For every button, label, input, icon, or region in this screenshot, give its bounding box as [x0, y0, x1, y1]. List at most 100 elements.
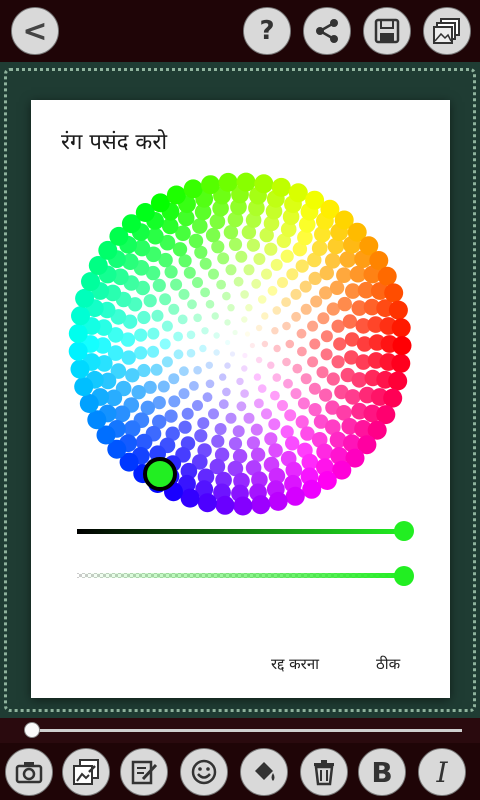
color-dot[interactable] — [205, 227, 221, 243]
opacity-slider-knob[interactable] — [394, 566, 414, 586]
color-dot[interactable] — [308, 403, 322, 417]
color-dot[interactable] — [189, 381, 199, 391]
color-dot[interactable] — [257, 295, 267, 304]
color-dot[interactable] — [311, 240, 328, 256]
opacity-slider-track[interactable] — [77, 573, 404, 578]
color-dot[interactable] — [261, 312, 269, 320]
color-dot[interactable] — [205, 299, 215, 309]
color-dot[interactable] — [192, 400, 203, 411]
color-dot[interactable] — [225, 412, 237, 424]
color-dot[interactable] — [245, 304, 253, 312]
color-dot[interactable] — [233, 496, 253, 516]
color-dot[interactable] — [193, 365, 202, 375]
color-dot[interactable] — [333, 337, 347, 351]
color-dot[interactable] — [229, 351, 236, 357]
color-dot[interactable] — [268, 418, 281, 431]
color-dot[interactable] — [253, 373, 262, 381]
color-dot[interactable] — [271, 177, 291, 197]
color-dot[interactable] — [254, 398, 264, 409]
color-wheel[interactable] — [31, 100, 450, 698]
color-dot[interactable] — [277, 277, 288, 288]
color-dot[interactable] — [383, 388, 403, 408]
color-dot[interactable] — [211, 312, 219, 320]
color-dot[interactable] — [270, 390, 280, 401]
italic-button[interactable]: I — [418, 748, 466, 796]
share-button[interactable] — [303, 7, 351, 55]
color-dot[interactable] — [282, 357, 291, 367]
color-dot[interactable] — [161, 320, 173, 332]
color-dot[interactable] — [74, 377, 94, 397]
color-dot[interactable] — [297, 346, 307, 357]
color-dot[interactable] — [242, 352, 248, 359]
color-dot[interactable] — [285, 339, 295, 349]
color-dot[interactable] — [336, 267, 352, 283]
color-dot[interactable] — [240, 290, 249, 299]
color-dot[interactable] — [232, 425, 245, 438]
color-dot[interactable] — [308, 382, 321, 395]
fill-color-button[interactable] — [240, 748, 288, 796]
color-dot[interactable] — [240, 389, 249, 398]
color-dot[interactable] — [68, 324, 88, 343]
color-dot[interactable] — [215, 495, 235, 515]
color-dot[interactable] — [224, 319, 231, 326]
color-dot[interactable] — [264, 242, 278, 256]
color-dot[interactable] — [236, 377, 244, 386]
color-dot[interactable] — [285, 486, 305, 506]
color-dot[interactable] — [284, 409, 297, 422]
color-dot[interactable] — [233, 276, 244, 287]
color-dot[interactable] — [392, 336, 412, 356]
color-dot[interactable] — [214, 423, 227, 435]
color-dot[interactable] — [143, 294, 157, 308]
color-dot[interactable] — [197, 417, 210, 430]
color-dot[interactable] — [251, 278, 262, 289]
color-dot[interactable] — [180, 488, 200, 508]
color-dot[interactable] — [250, 423, 263, 436]
color-dot[interactable] — [201, 175, 220, 195]
color-dot[interactable] — [200, 287, 211, 298]
color-dot[interactable] — [178, 388, 190, 400]
color-dot[interactable] — [290, 288, 302, 300]
color-dot[interactable] — [173, 331, 184, 342]
value-slider-track[interactable] — [77, 529, 404, 534]
color-dot[interactable] — [236, 172, 256, 192]
color-dot[interactable] — [268, 491, 288, 511]
color-dot[interactable] — [272, 373, 282, 382]
color-dot[interactable] — [178, 420, 192, 434]
color-dot[interactable] — [183, 266, 196, 279]
color-dot[interactable] — [157, 380, 170, 393]
color-dot[interactable] — [194, 429, 208, 443]
color-dot[interactable] — [173, 349, 184, 360]
color-dot[interactable] — [384, 283, 404, 303]
color-dot[interactable] — [81, 272, 100, 292]
color-dot[interactable] — [297, 397, 310, 410]
color-dot[interactable] — [307, 320, 319, 332]
color-dot[interactable] — [319, 388, 333, 402]
color-dot[interactable] — [75, 288, 95, 308]
color-dot[interactable] — [168, 395, 181, 408]
color-dot[interactable] — [377, 266, 397, 286]
color-dot[interactable] — [235, 250, 248, 263]
color-dot[interactable] — [125, 368, 140, 383]
camera-button[interactable] — [5, 748, 53, 796]
color-dot[interactable] — [166, 185, 186, 205]
color-dot[interactable] — [218, 399, 229, 410]
color-dot[interactable] — [216, 279, 227, 290]
color-dot[interactable] — [326, 372, 340, 386]
delete-button[interactable] — [300, 748, 348, 796]
color-dot[interactable] — [164, 265, 178, 279]
color-dot[interactable] — [317, 312, 330, 325]
color-dot[interactable] — [68, 341, 88, 361]
color-dot[interactable] — [246, 436, 260, 450]
color-selector-handle[interactable] — [143, 457, 177, 491]
color-dot[interactable] — [178, 288, 190, 300]
color-dot[interactable] — [213, 349, 220, 356]
color-dot[interactable] — [320, 348, 333, 361]
color-dot[interactable] — [224, 362, 231, 369]
color-dot[interactable] — [243, 412, 255, 424]
color-dot[interactable] — [208, 268, 219, 280]
color-dot[interactable] — [79, 394, 99, 413]
color-dot[interactable] — [192, 218, 208, 234]
color-dot[interactable] — [211, 434, 225, 448]
color-dot[interactable] — [388, 300, 408, 320]
color-dot[interactable] — [168, 303, 180, 315]
